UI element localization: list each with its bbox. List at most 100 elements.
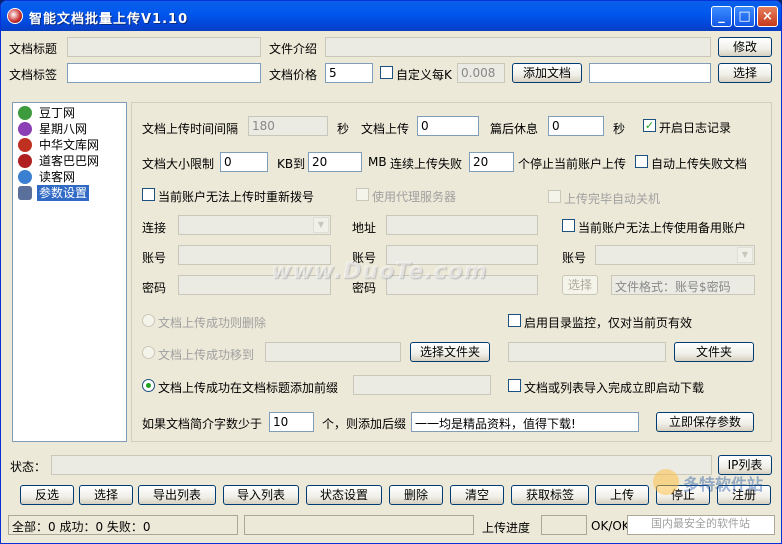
window-title: 智能文档批量上传V1.10 bbox=[29, 12, 189, 27]
tree-node-icon bbox=[18, 106, 32, 120]
upload-interval-label: 文档上传时间间隔 bbox=[142, 122, 239, 136]
prefix-label: 文档上传成功在文档标题添加前缀 bbox=[158, 381, 339, 395]
clear-button[interactable]: 清空 bbox=[450, 485, 504, 505]
monitor-folder-input[interactable] bbox=[508, 342, 666, 362]
select-button[interactable]: 选择 bbox=[718, 63, 772, 83]
move-label: 文档上传成功移到 bbox=[158, 348, 255, 362]
tree-item-settings[interactable]: 参数设置 bbox=[17, 185, 125, 201]
proxy-checkbox[interactable] bbox=[356, 188, 369, 201]
radio-dot bbox=[146, 383, 151, 388]
password-label-1: 密码 bbox=[142, 281, 167, 295]
tree-item-zhonghua[interactable]: 中华文库网 bbox=[17, 137, 125, 153]
status-settings-button[interactable]: 状态设置 bbox=[306, 485, 382, 505]
folder-button[interactable]: 文件夹 bbox=[674, 342, 754, 362]
minimize-button[interactable]: _ bbox=[711, 6, 732, 27]
doc-tags-label: 文档标签 bbox=[9, 68, 58, 82]
log-label: 开启日志记录 bbox=[659, 121, 732, 135]
size-limit-label: 文档大小限制 bbox=[142, 157, 215, 171]
kb-to-label: KB到 bbox=[277, 157, 306, 171]
select-all-button[interactable]: 选择 bbox=[79, 485, 133, 505]
log-checkbox[interactable]: ✓ bbox=[643, 119, 656, 132]
edit-button[interactable]: 修改 bbox=[718, 37, 772, 57]
account-label-3: 账号 bbox=[562, 251, 587, 265]
intro-min-input[interactable]: 10 bbox=[269, 412, 314, 432]
status-display bbox=[51, 455, 712, 475]
corner-watermark: 多特软件站 国内最安全的软件站 bbox=[649, 469, 781, 531]
doc-price-label: 文档价格 bbox=[269, 68, 318, 82]
logo-icon bbox=[653, 469, 679, 495]
site-tree[interactable]: 豆丁网 星期八网 中华文库网 道客巴巴网 读客网 参数设置 bbox=[12, 102, 127, 442]
watermark-text: www.DuoTe.com bbox=[271, 259, 488, 284]
move-target-input[interactable] bbox=[265, 342, 401, 362]
size-max-input[interactable]: 20 bbox=[308, 152, 362, 172]
tree-item-docin[interactable]: 豆丁网 bbox=[17, 105, 125, 121]
redial-checkbox[interactable] bbox=[142, 188, 155, 201]
account-select-button[interactable]: 选择 bbox=[562, 275, 598, 295]
main-window: 智能文档批量上传V1.10 _ □ × 文档标题 文件介绍 修改 文档标签 文档… bbox=[0, 0, 782, 544]
address-input[interactable] bbox=[386, 215, 538, 235]
move-radio[interactable] bbox=[142, 346, 155, 359]
status-label: 状态： bbox=[10, 460, 47, 474]
save-params-button[interactable]: 立即保存参数 bbox=[656, 412, 754, 432]
tree-item-doc88[interactable]: 道客巴巴网 bbox=[17, 153, 125, 169]
doc-tags-input[interactable] bbox=[67, 63, 261, 83]
account-select[interactable]: ▼ bbox=[595, 245, 755, 265]
auto-download-label: 文档或列表导入完成立即启动下载 bbox=[524, 381, 705, 395]
doc-title-input[interactable] bbox=[67, 37, 261, 57]
tree-node-icon bbox=[18, 170, 32, 184]
upload-button[interactable]: 上传 bbox=[595, 485, 649, 505]
add-doc-button[interactable]: 添加文档 bbox=[512, 63, 582, 83]
shutdown-checkbox[interactable] bbox=[548, 190, 561, 203]
fail-count-input[interactable]: 20 bbox=[469, 152, 514, 172]
file-format-input[interactable]: 文件格式：账号$密码 bbox=[611, 275, 755, 295]
doc-price-input[interactable]: 5 bbox=[325, 63, 373, 83]
doc-intro-label: 文件介绍 bbox=[269, 42, 318, 56]
doc-upload-label: 文档上传 bbox=[361, 122, 410, 136]
address-label: 地址 bbox=[352, 221, 377, 235]
tree-item-xingqiba[interactable]: 星期八网 bbox=[17, 121, 125, 137]
progress-bar bbox=[541, 515, 587, 535]
fail-suffix-label: 个停止当前账户上传 bbox=[518, 157, 627, 171]
tree-node-icon bbox=[18, 122, 32, 136]
connect-label: 连接 bbox=[142, 221, 167, 235]
close-button[interactable]: × bbox=[757, 6, 778, 27]
get-tags-button[interactable]: 获取标签 bbox=[511, 485, 589, 505]
backup-account-checkbox[interactable] bbox=[562, 219, 575, 232]
suffix-label: 个，则添加后缀 bbox=[322, 417, 407, 431]
doc-upload-input[interactable]: 0 bbox=[417, 116, 479, 136]
doc-intro-input[interactable] bbox=[325, 37, 711, 57]
redial-label: 当前账户无法上传时重新拨号 bbox=[158, 190, 315, 204]
account-label-1: 账号 bbox=[142, 251, 167, 265]
auto-download-checkbox[interactable] bbox=[508, 379, 521, 392]
gear-icon bbox=[18, 186, 32, 200]
export-list-button[interactable]: 导出列表 bbox=[138, 485, 216, 505]
delete-button[interactable]: 删除 bbox=[389, 485, 443, 505]
suffix-input[interactable]: 一一均是精品资料，值得下载! bbox=[411, 412, 639, 432]
invert-select-button[interactable]: 反选 bbox=[20, 485, 74, 505]
tree-item-duke[interactable]: 读客网 bbox=[17, 169, 125, 185]
monitor-label: 启用目录监控，仅对当前页有效 bbox=[524, 316, 693, 330]
prefix-radio[interactable] bbox=[142, 379, 155, 392]
custom-each-label: 自定义每K bbox=[396, 68, 452, 82]
seconds-label-2: 秒 bbox=[613, 122, 626, 136]
import-list-button[interactable]: 导入列表 bbox=[223, 485, 299, 505]
intro-min-label: 如果文档简介字数少于 bbox=[142, 417, 263, 431]
fail-label: 连续上传失败 bbox=[390, 157, 463, 171]
auto-fail-checkbox[interactable] bbox=[635, 155, 648, 168]
monitor-checkbox[interactable] bbox=[508, 314, 521, 327]
prefix-input[interactable] bbox=[353, 375, 491, 395]
maximize-button[interactable]: □ bbox=[734, 6, 755, 27]
upload-interval-input[interactable]: 180 bbox=[248, 116, 328, 136]
size-min-input[interactable]: 0 bbox=[220, 152, 268, 172]
custom-each-checkbox[interactable] bbox=[380, 66, 393, 79]
select-path-input[interactable] bbox=[589, 63, 711, 83]
custom-each-input[interactable]: 0.008 bbox=[457, 63, 505, 83]
choose-folder-button[interactable]: 选择文件夹 bbox=[410, 342, 490, 362]
chevron-down-icon: ▼ bbox=[737, 247, 753, 263]
chevron-down-icon: ▼ bbox=[313, 217, 329, 233]
app-icon bbox=[7, 8, 23, 24]
delete-radio[interactable] bbox=[142, 314, 155, 327]
connect-select[interactable]: ▼ bbox=[178, 215, 331, 235]
rest-input[interactable]: 0 bbox=[548, 116, 604, 136]
title-bar[interactable]: 智能文档批量上传V1.10 _ □ × bbox=[1, 1, 781, 31]
